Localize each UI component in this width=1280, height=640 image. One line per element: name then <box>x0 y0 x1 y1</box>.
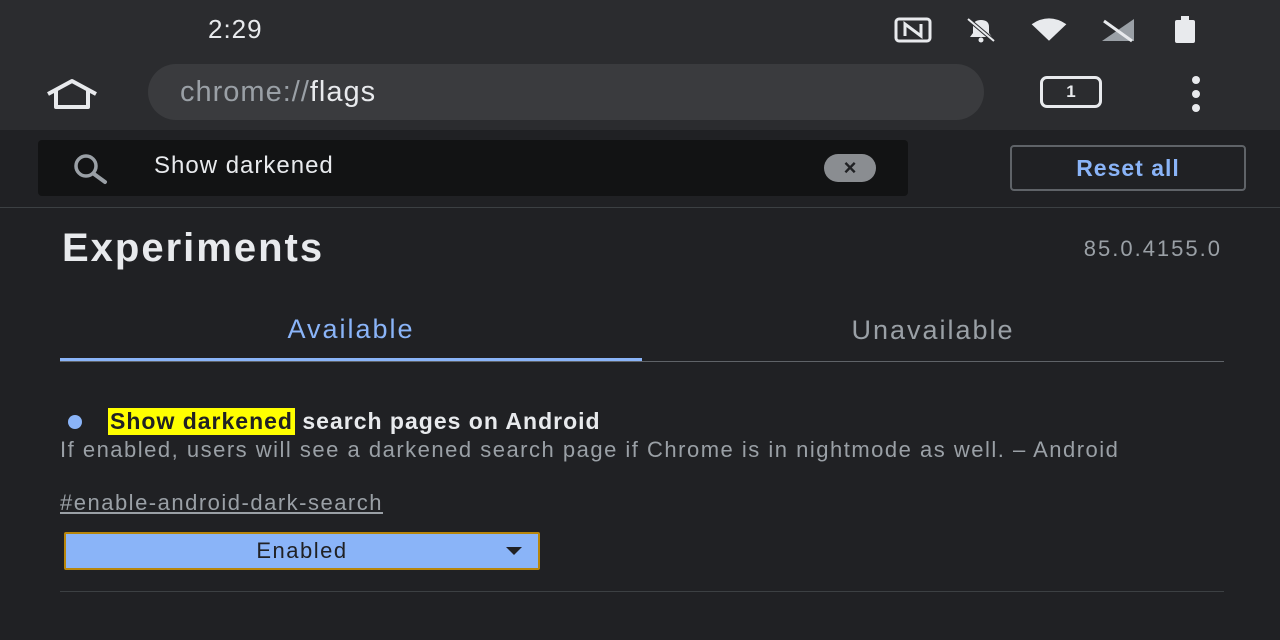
flag-state-value: Enabled <box>256 538 348 563</box>
no-signal-icon <box>1098 17 1136 43</box>
flags-search-input[interactable]: Show darkened × <box>38 140 908 196</box>
search-value: Show darkened <box>154 152 334 179</box>
browser-toolbar: chrome://flags 1 <box>0 58 1280 130</box>
flag-title: Show darkened search pages on Android <box>68 408 601 435</box>
bell-off-icon <box>962 17 1000 43</box>
status-icons <box>894 16 1204 44</box>
url-text: chrome://flags <box>180 76 376 109</box>
url-host: flags <box>309 76 377 108</box>
flag-title-highlight: Show darkened <box>108 408 295 435</box>
flag-item: Show darkened search pages on Android If… <box>60 404 1224 592</box>
page-title: Experiments <box>62 226 325 270</box>
reset-all-button[interactable]: Reset all <box>1010 145 1246 191</box>
tab-unavailable[interactable]: Unavailable <box>642 300 1224 361</box>
flag-permalink[interactable]: #enable-android-dark-search <box>60 490 383 516</box>
tab-switcher-button[interactable]: 1 <box>1040 76 1102 108</box>
battery-icon <box>1166 16 1204 43</box>
tab-count: 1 <box>1066 82 1076 101</box>
dropdown-caret-icon <box>506 547 522 555</box>
clear-search-icon[interactable]: × <box>824 154 876 182</box>
flag-status-dot <box>68 414 82 429</box>
flag-title-rest: search pages on Android <box>294 408 601 434</box>
address-bar[interactable]: chrome://flags <box>148 64 984 120</box>
flags-search-row: Show darkened × Reset all <box>0 130 1280 208</box>
home-icon[interactable] <box>40 72 104 116</box>
flags-tabs: Available Unavailable <box>60 300 1224 362</box>
flag-description: If enabled, users will see a darkened se… <box>60 437 1120 462</box>
wifi-icon <box>1030 17 1068 43</box>
tab-available[interactable]: Available <box>60 300 642 361</box>
url-scheme: chrome:// <box>180 76 310 108</box>
nfc-icon <box>894 17 932 43</box>
status-bar: 2:29 <box>0 0 1280 58</box>
flag-state-select[interactable]: Enabled <box>64 532 540 570</box>
more-menu-icon[interactable] <box>1178 74 1214 114</box>
version-label: 85.0.4155.0 <box>1083 236 1222 261</box>
search-icon <box>72 152 107 186</box>
status-time: 2:29 <box>208 14 263 44</box>
